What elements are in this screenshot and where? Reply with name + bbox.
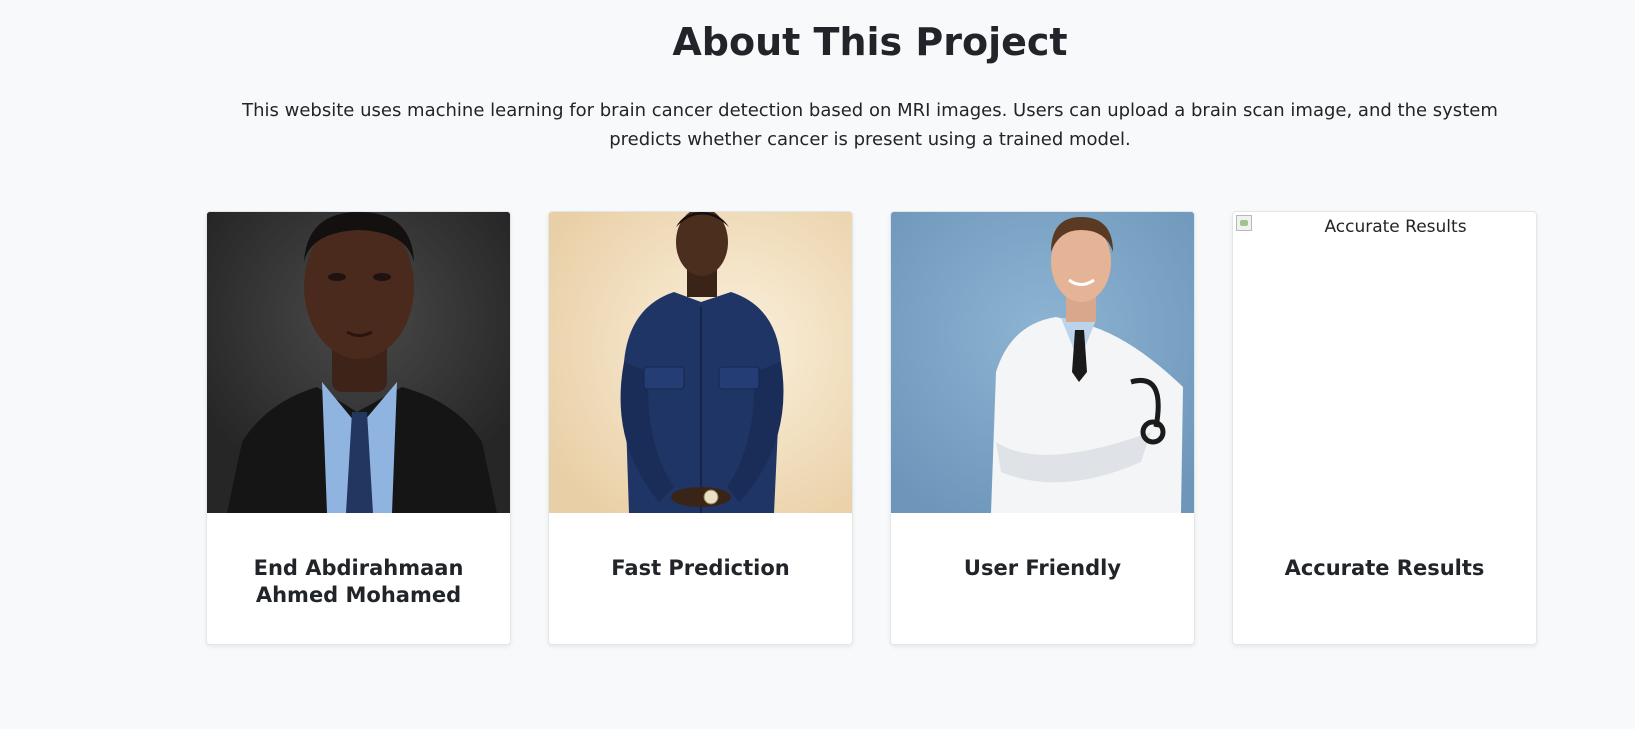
card-title: End Abdirahmaan Ahmed Mohamed [253, 556, 464, 607]
section-title: About This Project [672, 20, 1068, 64]
about-section: About This Project This website uses mac… [0, 0, 1635, 729]
section-description: This website uses machine learning for b… [242, 100, 1498, 150]
feature-cards: End Abdirahmaan Ahmed Mohamed Fast Predi… [206, 211, 1537, 645]
card-image-portrait-doctor [891, 212, 1194, 513]
card-title: Fast Prediction [611, 556, 790, 580]
card-image-broken: Accurate Results [1233, 212, 1536, 513]
feature-card: User Friendly [890, 211, 1195, 645]
feature-card: Fast Prediction [548, 211, 853, 645]
feature-card: Accurate Results Accurate Results [1232, 211, 1537, 645]
feature-card: End Abdirahmaan Ahmed Mohamed [206, 211, 511, 645]
card-image-portrait-suit [207, 212, 510, 513]
card-title: Accurate Results [1284, 556, 1485, 580]
card-image-portrait-denim [549, 212, 852, 513]
image-alt-text: Accurate Results [1324, 217, 1467, 237]
card-title: User Friendly [963, 556, 1122, 580]
